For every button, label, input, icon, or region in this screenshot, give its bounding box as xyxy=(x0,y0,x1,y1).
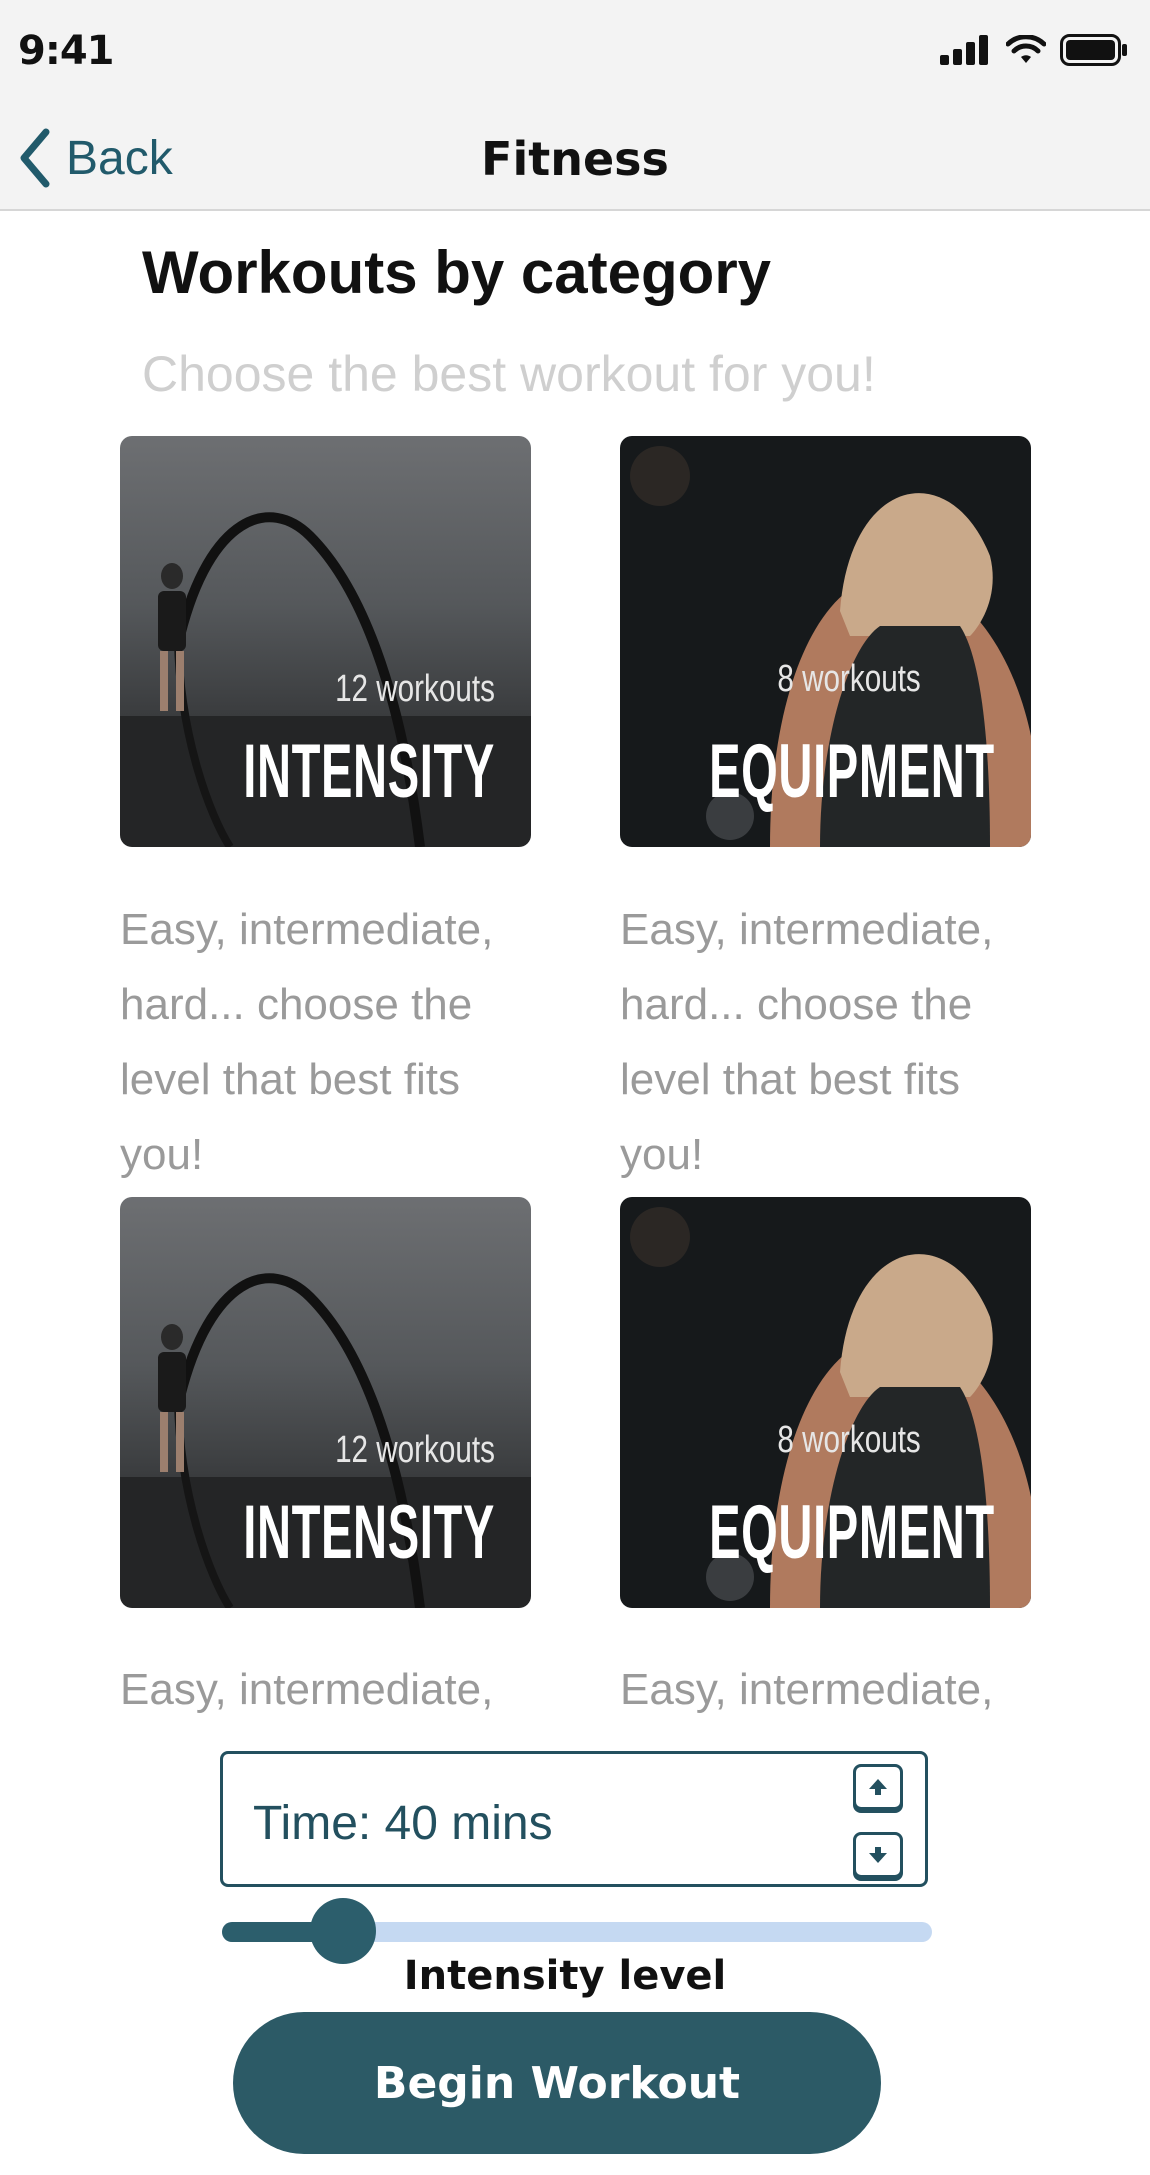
section-heading: Workouts by category xyxy=(142,239,772,306)
page-title: Fitness xyxy=(481,132,669,186)
intensity-label: Intensity level xyxy=(403,1953,727,1999)
card-description: Easy, intermediate, xyxy=(620,1665,994,1714)
card-description: Easy, intermediate, hard... choose the l… xyxy=(120,905,494,1179)
arrow-down-icon xyxy=(869,1847,887,1863)
section-subheading: Choose the best workout for you! xyxy=(142,346,876,402)
category-card-equipment[interactable]: 8 workouts EQUIPMENT xyxy=(620,436,1031,847)
category-card-intensity[interactable]: 12 workouts INTENSITY xyxy=(120,1197,531,1608)
card-description: Easy, intermediate, hard... choose the l… xyxy=(620,905,994,1179)
card-description: Easy, intermediate, xyxy=(120,1665,494,1714)
card-count: 8 workouts xyxy=(777,1419,921,1461)
card-count: 12 workouts xyxy=(335,1429,495,1471)
arrow-up-icon xyxy=(869,1779,887,1795)
begin-workout-button[interactable]: Begin Workout xyxy=(233,2012,881,2154)
card-count: 12 workouts xyxy=(335,668,495,710)
status-time: 9:41 xyxy=(18,28,114,74)
card-count: 8 workouts xyxy=(777,658,921,700)
card-title: INTENSITY xyxy=(243,1490,495,1575)
battery-icon xyxy=(1060,34,1127,66)
category-card-equipment[interactable]: 8 workouts EQUIPMENT xyxy=(620,1197,1031,1608)
time-value: Time: 40 mins xyxy=(253,1797,553,1850)
category-card-intensity[interactable]: 12 workouts INTENSITY xyxy=(120,436,531,847)
time-stepper[interactable]: Time: 40 mins xyxy=(220,1751,928,1887)
wifi-icon xyxy=(1006,35,1046,63)
increment-button[interactable] xyxy=(853,1764,903,1810)
decrement-button[interactable] xyxy=(853,1832,903,1878)
card-title: EQUIPMENT xyxy=(709,1490,995,1575)
intensity-slider[interactable] xyxy=(222,1898,932,1964)
signal-icon xyxy=(940,35,988,65)
top-bar: 9:41 Back Fitness xyxy=(0,0,1150,211)
card-title: INTENSITY xyxy=(243,729,495,814)
status-icons xyxy=(940,34,1128,66)
card-title: EQUIPMENT xyxy=(709,729,995,814)
